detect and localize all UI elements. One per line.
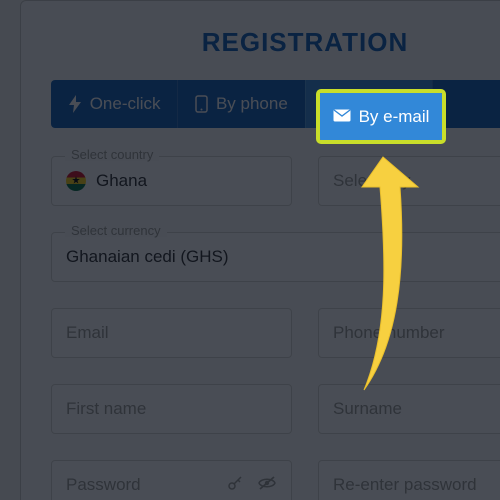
firstname-placeholder: First name: [66, 399, 146, 419]
tab-by-phone[interactable]: By phone: [177, 80, 304, 128]
tab-by-email[interactable]: By e-mail: [305, 80, 432, 128]
city-placeholder: Select city: [333, 171, 410, 191]
tab-by-email-label: By e-mail: [346, 94, 417, 114]
password2-placeholder: Re-enter password: [333, 475, 477, 495]
currency-label: Select currency: [65, 224, 167, 237]
tab-one-click-label: One-click: [90, 94, 161, 114]
phone-icon: [195, 95, 208, 113]
surname-field[interactable]: Surname: [318, 384, 500, 434]
registration-tabs: One-click By phone By e-mail: [51, 80, 500, 128]
eye-off-icon[interactable]: [257, 475, 277, 496]
country-field[interactable]: Select country Ghana: [51, 156, 292, 206]
firstname-field[interactable]: First name: [51, 384, 292, 434]
key-icon: [227, 475, 243, 496]
envelope-icon: [320, 98, 338, 111]
tab-extra[interactable]: [432, 80, 500, 128]
ghana-flag-icon: [66, 171, 86, 191]
tab-one-click[interactable]: One-click: [51, 80, 177, 128]
currency-value: Ghanaian cedi (GHS): [66, 247, 229, 267]
password-confirm-field[interactable]: Re-enter password: [318, 460, 500, 500]
lightning-icon: [68, 95, 82, 113]
password-field[interactable]: Password: [51, 460, 292, 500]
email-field[interactable]: Email: [51, 308, 292, 358]
city-field[interactable]: Select city: [318, 156, 500, 206]
email-placeholder: Email: [66, 323, 109, 343]
phone-field[interactable]: Phone number: [318, 308, 500, 358]
registration-card: REGISTRATION One-click By phone By e-mai…: [20, 0, 500, 500]
country-label: Select country: [65, 148, 159, 161]
registration-screenshot: REGISTRATION One-click By phone By e-mai…: [0, 0, 500, 500]
currency-field[interactable]: Select currency Ghanaian cedi (GHS): [51, 232, 500, 282]
country-value: Ghana: [96, 171, 147, 191]
page-title: REGISTRATION: [51, 27, 500, 58]
password-placeholder: Password: [66, 475, 141, 495]
tab-by-phone-label: By phone: [216, 94, 288, 114]
phone-placeholder: Phone number: [333, 323, 445, 343]
surname-placeholder: Surname: [333, 399, 402, 419]
